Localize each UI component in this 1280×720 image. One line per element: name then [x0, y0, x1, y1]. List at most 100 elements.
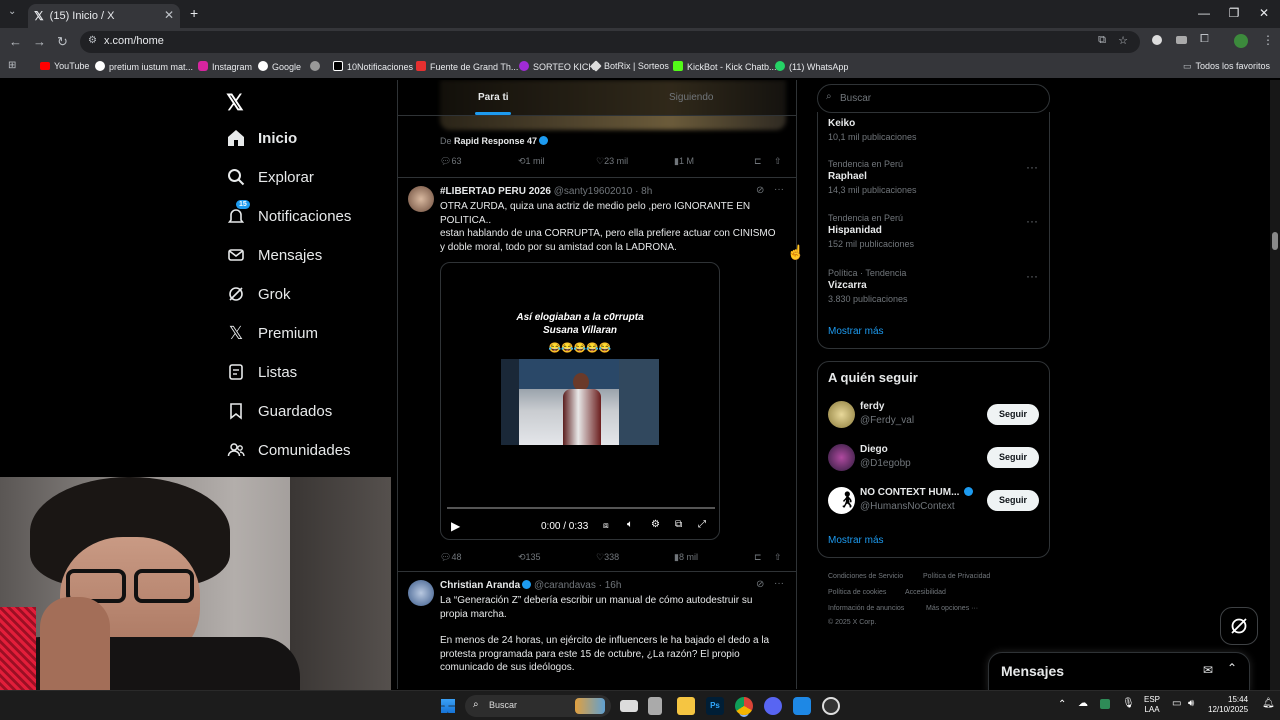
messages-drawer[interactable]: Mensajes ✉ ⌃	[988, 652, 1250, 692]
footer-link-cookies[interactable]: Política de cookies	[828, 589, 886, 596]
new-message-icon[interactable]: ✉	[1203, 663, 1213, 677]
captions-icon[interactable]: ⧈	[603, 520, 609, 531]
search-input[interactable]: ⌕ Buscar	[817, 84, 1050, 113]
grok-icon[interactable]: ⊘	[756, 185, 764, 196]
scrollbar-thumb[interactable]	[1272, 232, 1278, 250]
cast-icon[interactable]: ⧉	[1098, 34, 1106, 47]
close-tab-icon[interactable]: ✕	[164, 8, 174, 22]
nav-communities[interactable]: Comunidades	[226, 440, 351, 460]
all-bookmarks[interactable]: ▭ Todos los favoritos	[1183, 61, 1270, 72]
views-count[interactable]: ▮ 1 M	[674, 156, 694, 167]
taskbar-search[interactable]: ⌕ Buscar	[465, 695, 611, 717]
back-icon[interactable]: ←	[9, 34, 22, 49]
footer-link-more[interactable]: Más opciones ···	[926, 605, 978, 612]
nav-home[interactable]: Inicio	[226, 128, 297, 148]
avatar[interactable]	[408, 580, 434, 606]
volume-icon[interactable]: 🔊︎	[1188, 698, 1194, 709]
footer-link-terms[interactable]: Condiciones de Servicio	[828, 573, 903, 580]
trend-item[interactable]: Política · Tendencia Vizcarra 3.830 public…	[828, 268, 908, 304]
minimize-icon[interactable]: —	[1194, 6, 1214, 20]
settings-icon[interactable]: ⚙	[651, 519, 660, 530]
new-tab-icon[interactable]: +	[190, 5, 198, 21]
more-icon[interactable]: ···	[1026, 269, 1038, 283]
tray-chevron-icon[interactable]: ⌃	[1058, 699, 1066, 710]
extension-icon[interactable]	[1152, 35, 1162, 45]
repost-button[interactable]: ⟲ 135	[518, 552, 541, 563]
more-icon[interactable]: ···	[774, 184, 784, 195]
tab-for-you[interactable]: Para ti	[478, 92, 509, 103]
nav-lists[interactable]: Listas	[226, 362, 297, 382]
app-icon[interactable]	[648, 697, 662, 715]
follow-button[interactable]: Seguir	[987, 447, 1039, 468]
forward-icon[interactable]: →	[33, 34, 46, 49]
close-window-icon[interactable]: ✕	[1254, 6, 1274, 20]
follow-button[interactable]: Seguir	[987, 404, 1039, 425]
share-button[interactable]: ⇧	[774, 552, 782, 563]
app-icon[interactable]	[793, 697, 811, 715]
video-player[interactable]: Así elogiaban a la c0rrupta Susana Villar…	[440, 262, 720, 540]
bookmark-google[interactable]: Google	[258, 61, 301, 72]
bookmark-kickbot[interactable]: KickBot - Kick Chatb...	[673, 61, 777, 72]
chrome-icon[interactable]	[735, 697, 753, 715]
page-scrollbar[interactable]	[1270, 80, 1280, 690]
pip-icon[interactable]: ⧉	[675, 519, 682, 530]
reply-button[interactable]: 💬︎ 48	[440, 552, 461, 563]
follow-suggestion[interactable]: ferdy @Ferdy_val Seguir	[828, 401, 1043, 431]
video-progress[interactable]	[447, 507, 715, 509]
bookmark-button[interactable]: ⊏	[754, 552, 762, 563]
star-icon[interactable]: ☆	[1118, 34, 1128, 47]
bookmark-pretium[interactable]: pretium iustum mat...	[95, 61, 193, 72]
repost-button[interactable]: ⟲ 1 mil	[518, 156, 545, 167]
tray-app-icon[interactable]	[1100, 699, 1110, 709]
language-indicator[interactable]: ESP LAA	[1144, 695, 1160, 715]
menu-icon[interactable]: ⋮	[1262, 33, 1274, 47]
trend-item[interactable]: Tendencia en Perú Raphael 14,3 mil publica…	[828, 159, 917, 195]
play-icon[interactable]: ▶	[451, 519, 460, 533]
nav-grok[interactable]: Grok	[226, 284, 291, 304]
footer-link-privacy[interactable]: Política de Privacidad	[923, 573, 990, 580]
avatar[interactable]	[408, 186, 434, 212]
share-button[interactable]: ⇧	[774, 156, 782, 167]
follow-suggestion[interactable]: 🚶︎ NO CONTEXT HUM... @HumansNoContext Seg…	[828, 487, 1043, 517]
windows-start-icon[interactable]	[441, 699, 455, 713]
bookmark-instagram[interactable]: Instagram	[198, 61, 252, 72]
app-icon[interactable]	[822, 697, 840, 715]
tweet[interactable]: Christian Aranda @carandavas · 16h ⊘ ···…	[398, 572, 796, 689]
follow-suggestion[interactable]: Diego @D1egobp Seguir	[828, 444, 1043, 474]
nav-explore[interactable]: Explorar	[226, 167, 314, 187]
reply-button[interactable]: 💬︎ 63	[440, 156, 461, 167]
bookmark-botrix[interactable]: BotRix | Sorteos	[590, 60, 669, 72]
clock[interactable]: 15:44 12/10/2025	[1208, 695, 1248, 715]
restore-icon[interactable]: ❐	[1224, 6, 1244, 20]
footer-link-ads[interactable]: Información de anuncios	[828, 605, 904, 612]
like-button[interactable]: ♡ 338	[596, 552, 619, 563]
site-info-icon[interactable]: ⚙	[88, 35, 97, 46]
bookmark-whatsapp[interactable]: (11) WhatsApp	[775, 61, 848, 72]
expand-icon[interactable]: ⌃	[1227, 661, 1237, 675]
bookmark-globe[interactable]	[310, 61, 324, 72]
nav-premium[interactable]: 𝕏 Premium	[226, 323, 318, 343]
photoshop-icon[interactable]: Ps	[706, 697, 724, 715]
more-icon[interactable]: ···	[774, 578, 784, 589]
tweet-partial[interactable]: Para ti Siguiendo De Rapid Response 47 💬…	[398, 80, 796, 178]
tab-list-icon[interactable]: ⌄	[8, 6, 16, 17]
views-count[interactable]: ▮ 8 mil	[674, 552, 698, 563]
nav-messages[interactable]: Mensajes	[226, 245, 322, 265]
apps-icon[interactable]: ⊞	[8, 60, 16, 71]
bookmark-10notificaciones[interactable]: 10Notificaciones	[333, 61, 413, 72]
profile-avatar[interactable]	[1234, 34, 1248, 48]
follow-button[interactable]: Seguir	[987, 490, 1039, 511]
show-more-trends[interactable]: Mostrar más	[828, 326, 884, 337]
tweet[interactable]: #LIBERTAD PERU 2026 @santy19602010 · 8h …	[398, 178, 796, 572]
nav-notifications[interactable]: 15 Notificaciones	[226, 200, 351, 226]
like-button[interactable]: ♡ 23 mil	[596, 156, 628, 167]
notification-center-icon[interactable]: 🔔︎	[1262, 698, 1275, 709]
grok-fab-button[interactable]	[1220, 607, 1258, 645]
fullscreen-icon[interactable]: ⤢	[698, 519, 706, 530]
bookmark-grand-theft[interactable]: Fuente de Grand Th...	[416, 61, 518, 72]
footer-link-accessibility[interactable]: Accesibilidad	[905, 589, 946, 596]
bookmark-sorteo-kick[interactable]: SORTEO KICK	[519, 61, 594, 72]
more-icon[interactable]: ···	[1026, 214, 1038, 228]
omnibox[interactable]: ⚙ x.com/home ⧉ ☆	[80, 31, 1140, 53]
puzzle-icon[interactable]: ⧠	[1200, 33, 1209, 46]
